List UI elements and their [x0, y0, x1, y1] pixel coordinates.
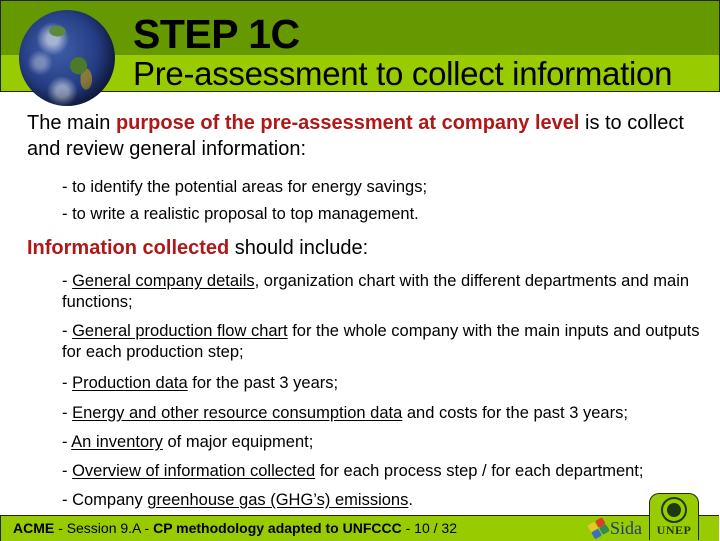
footer-session: Session 9.A: [66, 520, 141, 536]
slide-title: STEP 1C: [133, 11, 300, 57]
info-item: - Energy and other resource consumption …: [62, 403, 712, 424]
slide-subtitle: Pre-assessment to collect information: [133, 55, 673, 92]
info-item-prefix: -: [62, 433, 72, 451]
unep-label: UNEP: [656, 523, 692, 537]
info-item-rest: for each process step / for each departm…: [315, 462, 644, 480]
info-item-key: General production flow chart: [72, 322, 288, 340]
info-item-prefix: - Company: [62, 491, 148, 509]
info-item-key: Overview of information collected: [72, 462, 316, 480]
info-item-key: General company details: [72, 272, 255, 290]
info-item-rest: .: [408, 491, 413, 509]
info-item-key: An inventory: [71, 433, 163, 451]
info-item-prefix: -: [62, 404, 73, 422]
sida-label: Sida: [610, 517, 643, 538]
info-heading: Information collected should include:: [27, 235, 368, 261]
info-item-rest: for the past 3 years;: [187, 374, 339, 392]
info-item: - Overview of information collected for …: [62, 461, 712, 482]
footer-separator: -: [401, 520, 415, 536]
intro-highlight: purpose of the pre-assessment at company…: [115, 112, 580, 134]
footer-caption: ACME - Session 9.A - CP methodology adap…: [13, 520, 457, 537]
info-item-key: Production data: [72, 374, 188, 392]
info-item: - Production data for the past 3 years;: [62, 373, 712, 394]
intro-bullet: - to write a realistic proposal to top m…: [62, 205, 419, 223]
footer-separator: -: [54, 520, 67, 536]
footer-org: ACME: [13, 520, 55, 536]
info-item: - An inventory of major equipment;: [62, 432, 712, 453]
unep-emblem-icon: [661, 497, 687, 523]
globe-icon: [19, 10, 115, 106]
sida-mark-icon: [587, 517, 611, 540]
info-item: - General production flow chart for the …: [62, 321, 712, 363]
unep-logo: UNEP: [649, 493, 699, 540]
footer-separator: -: [140, 520, 154, 536]
intro-bullet: - to identify the potential areas for en…: [62, 178, 428, 196]
info-item-prefix: -: [62, 272, 73, 290]
info-heading-tail: should include:: [229, 237, 369, 259]
sida-logo: Sida: [587, 517, 643, 540]
info-item-rest: and costs for the past 3 years;: [402, 404, 628, 422]
info-item-key: greenhouse gas (GHG’s) emissions: [147, 491, 409, 509]
info-item-prefix: -: [62, 374, 73, 392]
info-heading-highlight: Information collected: [27, 237, 230, 259]
info-item: - General company details, organization …: [62, 271, 712, 313]
footer-page-number: 10 / 32: [414, 520, 457, 536]
info-item-prefix: -: [62, 462, 73, 480]
intro-lead: The main: [27, 112, 116, 134]
intro-paragraph: The main purpose of the pre-assessment a…: [27, 110, 707, 162]
info-item-prefix: -: [62, 322, 73, 340]
footer-course: CP methodology adapted to UNFCCC: [153, 520, 402, 536]
info-item: - Company greenhouse gas (GHG’s) emissio…: [62, 490, 712, 511]
info-item-rest: of major equipment;: [162, 433, 314, 451]
info-item-key: Energy and other resource consumption da…: [72, 404, 403, 422]
